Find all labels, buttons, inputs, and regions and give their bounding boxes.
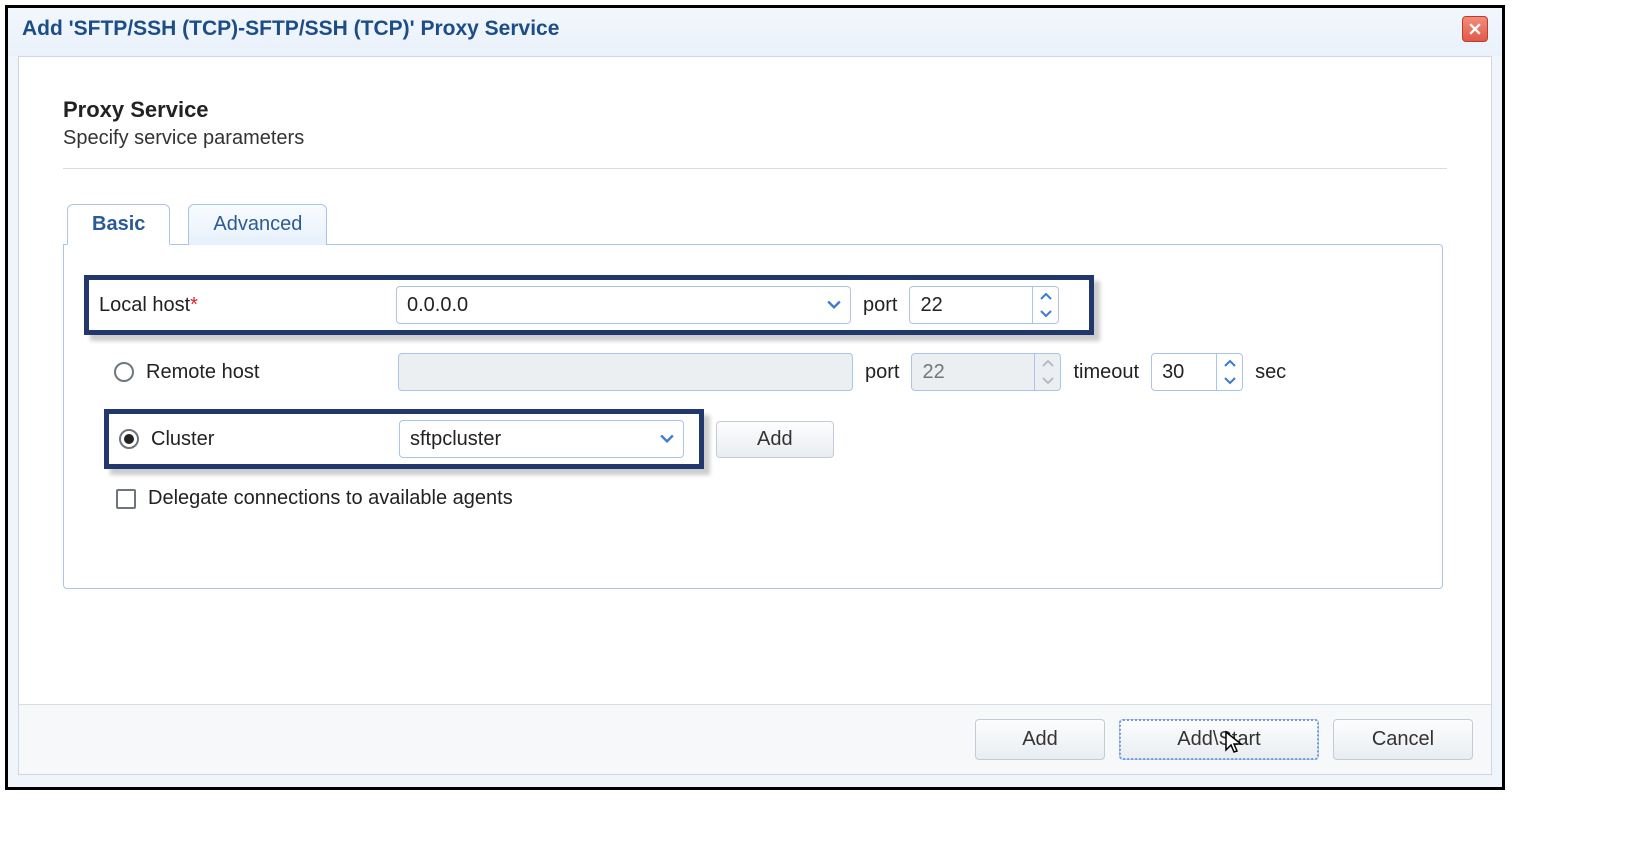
- spin-buttons: [1034, 354, 1060, 390]
- delegate-label: Delegate connections to available agents: [148, 487, 513, 510]
- section-title: Proxy Service: [63, 97, 1447, 123]
- dialog-window: Add 'SFTP/SSH (TCP)-SFTP/SSH (TCP)' Prox…: [5, 5, 1505, 790]
- chevron-up-icon: [1042, 359, 1054, 367]
- row-local-host: Local host* port: [84, 275, 1422, 335]
- chevron-down-icon: [827, 298, 841, 312]
- chevron-down-icon: [1040, 310, 1052, 318]
- local-port-spinner[interactable]: [909, 286, 1059, 324]
- tab-basic[interactable]: Basic: [67, 204, 170, 245]
- spin-up: [1035, 354, 1060, 372]
- cluster-combo[interactable]: [399, 420, 684, 458]
- highlight-local-host: Local host* port: [84, 275, 1094, 335]
- tabs: Basic Advanced: [67, 203, 1447, 244]
- add-button[interactable]: Add: [975, 719, 1105, 760]
- remote-host-input: [399, 354, 852, 390]
- cluster-label: Cluster: [151, 428, 387, 451]
- timeout-label: timeout: [1073, 361, 1139, 384]
- dialog-footer: Add Add\Start Cancel: [19, 704, 1491, 774]
- chevron-down-icon: [660, 432, 674, 446]
- tab-advanced[interactable]: Advanced: [188, 204, 327, 245]
- local-port-label: port: [863, 294, 897, 317]
- spin-up[interactable]: [1033, 287, 1058, 305]
- section-subtitle: Specify service parameters: [63, 127, 1447, 150]
- local-host-dropdown[interactable]: [818, 287, 850, 323]
- spin-down: [1035, 372, 1060, 390]
- cluster-input[interactable]: [400, 421, 651, 457]
- sec-label: sec: [1255, 361, 1286, 384]
- local-host-combo[interactable]: [396, 286, 851, 324]
- chevron-up-icon: [1040, 292, 1052, 300]
- remote-host-radio[interactable]: [114, 362, 134, 382]
- required-asterisk: *: [190, 294, 198, 316]
- highlight-cluster: Cluster: [104, 409, 704, 469]
- timeout-input[interactable]: [1152, 354, 1216, 390]
- add-cluster-button[interactable]: Add: [716, 421, 834, 458]
- local-port-input[interactable]: [910, 287, 1032, 323]
- row-delegate: Delegate connections to available agents: [116, 487, 1422, 510]
- row-cluster: Cluster Add: [104, 409, 1422, 469]
- spin-buttons: [1216, 354, 1242, 390]
- close-button[interactable]: [1462, 16, 1488, 42]
- local-host-input[interactable]: [397, 287, 818, 323]
- delegate-checkbox[interactable]: [116, 489, 136, 509]
- radio-dot: [124, 434, 134, 444]
- cluster-radio[interactable]: [119, 429, 139, 449]
- spin-buttons: [1032, 287, 1058, 323]
- chevron-up-icon: [1224, 359, 1236, 367]
- close-icon: [1469, 23, 1481, 35]
- chevron-down-icon: [1224, 377, 1236, 385]
- remote-host-input-wrap: [398, 353, 853, 391]
- add-start-button[interactable]: Add\Start: [1119, 719, 1319, 760]
- cluster-dropdown[interactable]: [651, 421, 683, 457]
- local-host-label: Local host*: [99, 294, 384, 317]
- section-header: Proxy Service Specify service parameters: [63, 97, 1447, 150]
- spin-up[interactable]: [1217, 354, 1242, 372]
- dialog-title: Add 'SFTP/SSH (TCP)-SFTP/SSH (TCP)' Prox…: [22, 17, 559, 41]
- title-bar: Add 'SFTP/SSH (TCP)-SFTP/SSH (TCP)' Prox…: [8, 8, 1502, 56]
- remote-port-label: port: [865, 361, 899, 384]
- chevron-down-icon: [1042, 377, 1054, 385]
- timeout-spinner[interactable]: [1151, 353, 1243, 391]
- spin-down[interactable]: [1217, 372, 1242, 390]
- divider: [63, 168, 1447, 169]
- remote-port-spinner: [911, 353, 1061, 391]
- tab-panel-basic: Local host* port: [63, 244, 1443, 589]
- cancel-button[interactable]: Cancel: [1333, 719, 1473, 760]
- remote-port-input: [912, 354, 1034, 390]
- remote-host-label: Remote host: [146, 361, 386, 384]
- dialog-body: Proxy Service Specify service parameters…: [18, 56, 1492, 775]
- row-remote-host: Remote host port timeout: [114, 353, 1422, 391]
- spin-down[interactable]: [1033, 305, 1058, 323]
